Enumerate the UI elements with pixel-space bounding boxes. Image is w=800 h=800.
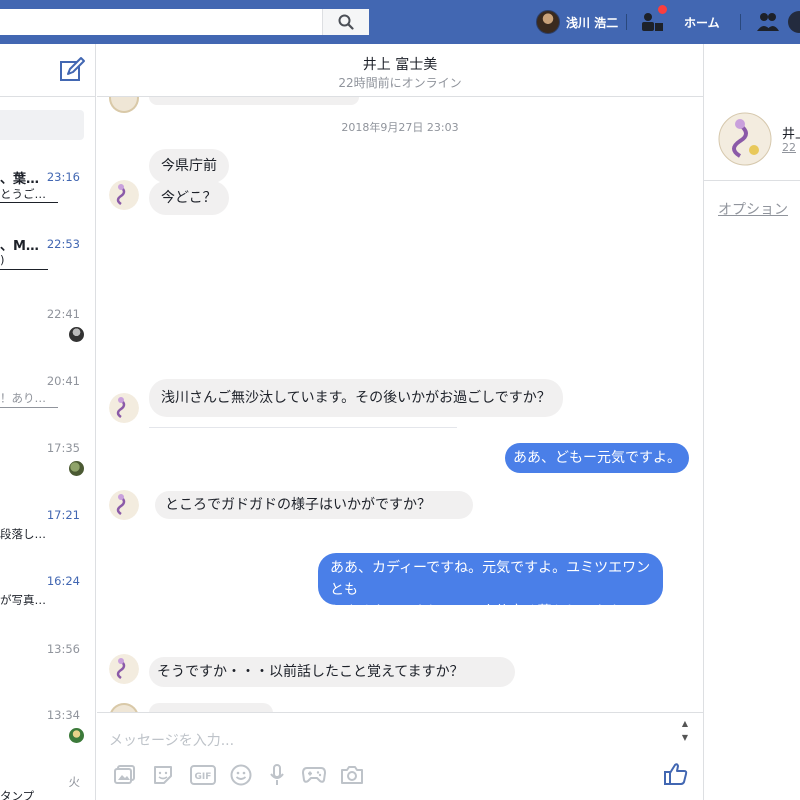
contact-avatar: [109, 97, 139, 113]
message-line: うまくやってまして、３人仲良く暮らしてます: [330, 604, 621, 620]
conversation-time: 23:16: [46, 170, 80, 184]
contact-profile-name[interactable]: 井上: [782, 123, 800, 142]
voice-clip-button[interactable]: [265, 763, 289, 787]
contact-avatar: [109, 654, 139, 684]
new-message-icon[interactable]: [58, 56, 86, 84]
search-box[interactable]: [0, 9, 369, 35]
message-bubble: ああ、どもー元気ですよ。: [505, 443, 689, 473]
contact-avatar: [109, 490, 139, 520]
options-link[interactable]: オプション: [718, 199, 788, 219]
nav-divider: [740, 14, 741, 30]
like-button-icon[interactable]: [663, 761, 689, 787]
conversation-time: 16:24: [46, 574, 80, 588]
conversation-time: 13:34: [46, 708, 80, 722]
chat-header: 井上 富士美 22時間前にオンライン: [97, 44, 703, 97]
camera-button[interactable]: [339, 763, 365, 787]
message-bubble: そうですか・・・以前話したこと覚えてますか？: [149, 657, 515, 687]
conversation-snippet: ！あり…: [0, 391, 46, 405]
emoji-icon: [230, 764, 252, 786]
game-controller-icon: [302, 767, 326, 783]
profile-avatar[interactable]: [536, 10, 560, 34]
panel-divider: [704, 180, 800, 181]
conversation-item[interactable]: 火 タンプ: [0, 772, 95, 800]
microphone-icon: [270, 764, 284, 785]
search-button[interactable]: [322, 9, 369, 35]
search-icon: [338, 14, 354, 30]
gif-icon: GIF: [190, 765, 216, 785]
conversation-list-header: [0, 44, 95, 97]
conversation-name: 、葉…: [0, 172, 40, 187]
message-thread: 2018年9月27日 23:03 今県庁前 今どこ？ 浅川さんご無沙汰しています…: [97, 97, 703, 712]
conversation-item[interactable]: 17:35: [0, 439, 95, 499]
gif-button[interactable]: GIF: [189, 763, 217, 787]
previous-message-bubble: [149, 97, 359, 105]
photo-button[interactable]: [113, 763, 137, 787]
sticker-icon: [154, 766, 172, 784]
conversation-item[interactable]: 13:34: [0, 706, 95, 766]
contact-profile-status: 22: [782, 141, 796, 154]
message-bubble-multiline: ああ、カディーですね。元気ですよ。ユミツエワンとも うまくやってまして、３人仲良…: [318, 553, 663, 620]
read-receipt-avatar: [69, 327, 84, 342]
camera-icon: [341, 766, 363, 784]
conversation-item[interactable]: 16:24 が写真…: [0, 572, 95, 632]
link-preview-divider: [149, 427, 457, 428]
nav-divider: [626, 14, 627, 30]
conversation-name: 、M…: [0, 239, 39, 254]
chat-contact-status: 22時間前にオンライン: [338, 76, 462, 90]
games-button[interactable]: [301, 763, 327, 787]
snippet-underline: [0, 407, 58, 408]
conversation-time: 13:56: [46, 642, 80, 656]
read-receipt-avatar: [69, 728, 84, 743]
message-line: ああ、カディーですね。元気ですよ。ユミツエワンとも: [330, 560, 651, 598]
contact-profile-avatar[interactable]: [718, 112, 772, 166]
conversation-time: 17:35: [46, 441, 80, 455]
conversation-snippet: が写真…: [0, 593, 46, 607]
conversation-time: 火: [68, 775, 81, 789]
conversation-item[interactable]: 20:41 ！あり…: [0, 372, 95, 432]
composer-scrollbar[interactable]: ▲ ▼: [679, 717, 691, 751]
top-navigation-bar: 浅川 浩二 ホーム: [0, 0, 800, 44]
conversation-item[interactable]: 13:56: [0, 640, 95, 700]
message-composer: ▲▼ GIF: [97, 712, 703, 800]
conversation-item[interactable]: 、M… 22:53 ): [0, 235, 95, 295]
conversation-item[interactable]: 22:41: [0, 305, 95, 365]
photo-icon: [114, 765, 135, 784]
messenger-icon[interactable]: [788, 11, 800, 33]
contact-avatar: [109, 180, 139, 210]
message-input[interactable]: [109, 729, 669, 753]
message-bubble: 浅川さんご無沙汰しています。その後いかがお過ごしですか？: [149, 379, 563, 417]
home-link[interactable]: ホーム: [684, 14, 720, 31]
conversation-item[interactable]: 、葉… 23:16 とうご…: [0, 168, 95, 228]
snippet-underline: [0, 269, 48, 270]
message-bubble-partial: [149, 703, 273, 712]
friend-requests-icon[interactable]: [756, 11, 780, 33]
read-receipt-avatar: [69, 461, 84, 476]
contact-avatar: [109, 703, 139, 712]
emoji-button[interactable]: [229, 763, 253, 787]
conversation-search-input[interactable]: [0, 110, 84, 140]
contact-avatar: [109, 393, 139, 423]
conversation-snippet: ): [0, 253, 5, 267]
snippet-underline: [0, 202, 58, 203]
conversation-snippet: とうご…: [0, 187, 46, 201]
message-bubble: 今どこ？: [149, 181, 229, 215]
date-separator: 2018年9月27日 23:03: [341, 121, 459, 134]
svg-text:GIF: GIF: [195, 772, 212, 782]
chat-contact-name[interactable]: 井上 富士美: [97, 54, 703, 74]
conversation-snippet: 段落し…: [0, 527, 46, 541]
conversation-time: 22:41: [46, 307, 80, 321]
message-bubble: 今県庁前: [149, 149, 229, 183]
conversation-item[interactable]: 17:21 段落し…: [0, 506, 95, 566]
conversation-time: 17:21: [46, 508, 80, 522]
sticker-button[interactable]: [151, 763, 175, 787]
notification-badge: [657, 4, 668, 15]
conversation-list: 、葉… 23:16 とうご… 、M… 22:53 ) 22:41 20:41 ！…: [0, 44, 96, 800]
conversation-time: 22:53: [46, 237, 80, 251]
profile-name-link[interactable]: 浅川 浩二: [566, 14, 618, 31]
conversation-snippet: タンプ: [0, 789, 35, 800]
conversation-info-panel: 井上 22 オプション: [703, 44, 800, 800]
message-bubble: ところでガドガドの様子はいかがですか？: [155, 491, 473, 519]
conversation-time: 20:41: [46, 374, 80, 388]
